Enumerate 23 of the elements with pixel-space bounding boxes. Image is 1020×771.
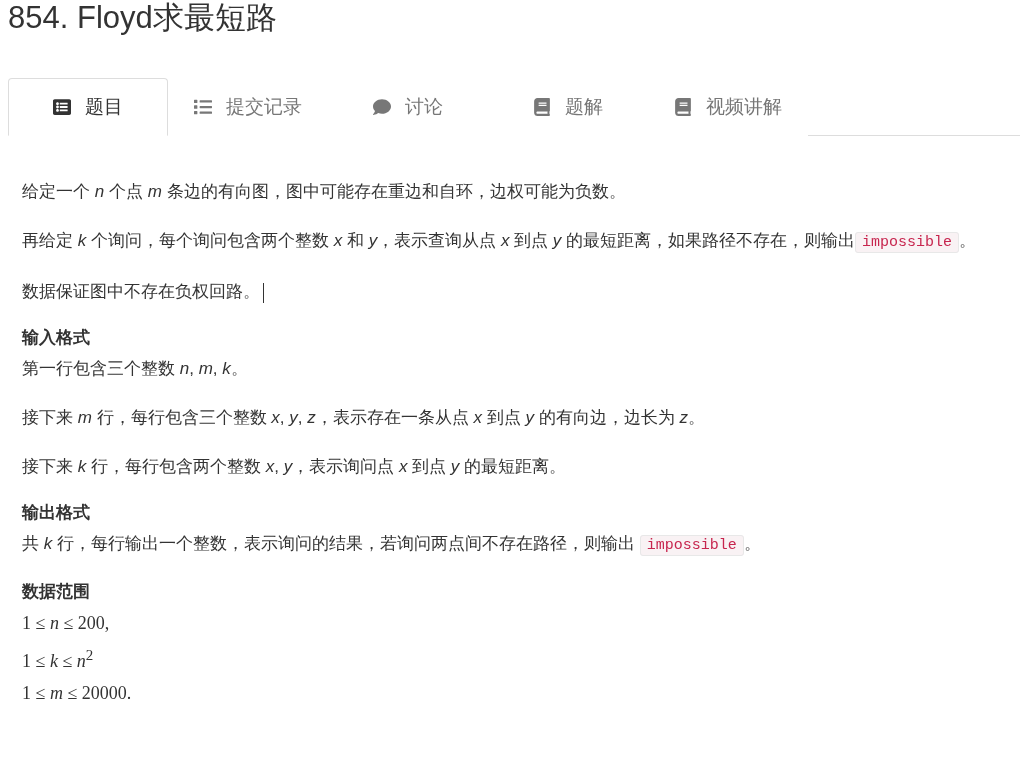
- paragraph: 共 k 行，每行输出一个整数，表示询问的结果，若询问两点间不存在路径，则输出 impossible 。: [22, 533, 762, 558]
- section-heading: 数据范围: [22, 581, 91, 603]
- paragraph: 再给定 k 个询问，每个询问包含两个整数 x 和 y，表示查询从点 x 到点 y 的最短距离，如果路径不存在，则输出 impossible 。: [22, 230, 978, 255]
- paragraph: 接下来 m 行，每行包含三个整数 x, y, z，表示存在一条从点 x 到点 y 的有向边，边长为 z。: [22, 407, 706, 429]
- book-icon: [674, 98, 692, 116]
- list-icon: [53, 98, 71, 116]
- section-heading: 输出格式: [22, 502, 91, 524]
- text-cursor: [263, 282, 264, 303]
- section-heading: 输入格式: [22, 327, 91, 349]
- formula: 1 ≤ m ≤ 20000.: [22, 682, 133, 705]
- formula: 1 ≤ k ≤ n$^{2}$: [22, 646, 95, 673]
- code-snippet: impossible: [639, 535, 744, 556]
- paragraph: 接下来 k 行，每行包含两个整数 x, y，表示询问点 x 到点 y 的最短距离。: [22, 456, 568, 478]
- paragraph: 给定一个 n 个点 m 条边的有向图，图中可能存在重边和自环，边权可能为负数。: [22, 181, 627, 203]
- formula: 1 ≤ n ≤ 200,: [22, 612, 111, 635]
- book-icon: [533, 98, 551, 116]
- list-icon: [194, 98, 212, 116]
- paragraph: 第一行包含三个整数 n, m, k。: [22, 358, 249, 380]
- speech-bubble-icon: [373, 98, 391, 116]
- tab[interactable]: 题目: [8, 78, 168, 136]
- code-snippet: impossible: [855, 232, 960, 253]
- paragraph: 数据保证图中不存在负权回路。: [22, 276, 1020, 307]
- problem-title: 854. Floyd求最短路: [8, 0, 278, 36]
